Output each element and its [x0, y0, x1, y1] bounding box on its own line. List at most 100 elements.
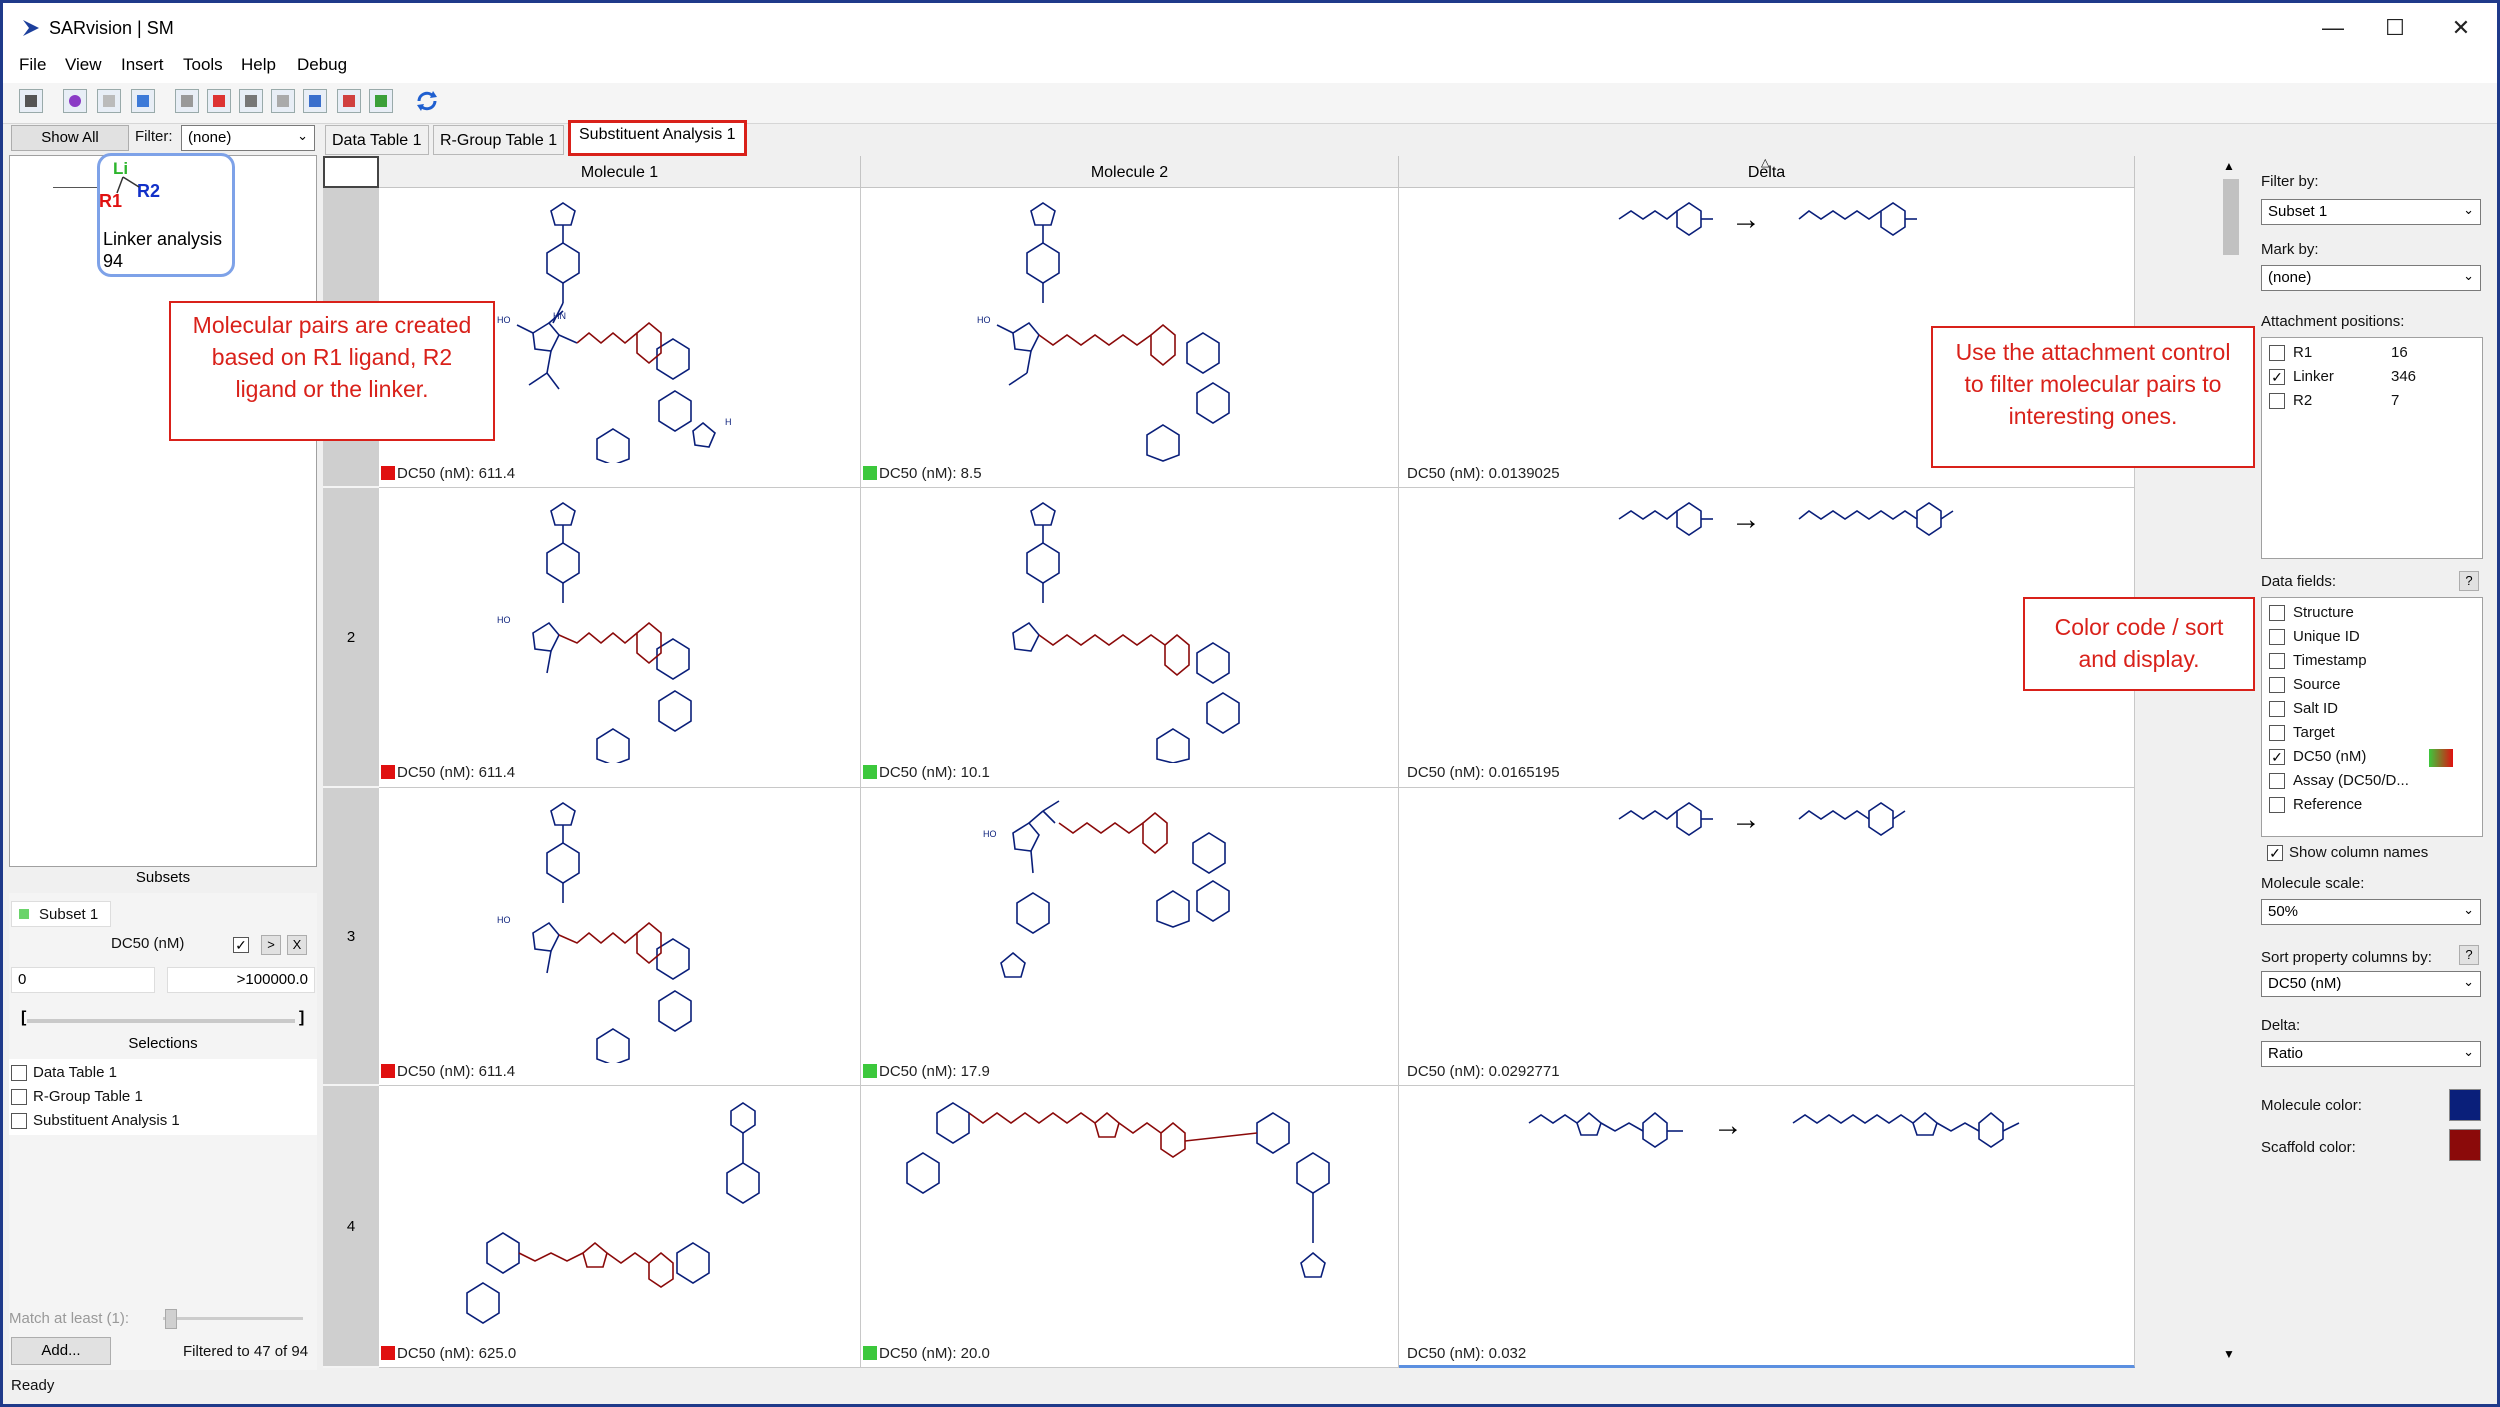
table-icon[interactable] [97, 89, 121, 113]
corner-cell[interactable] [323, 156, 379, 188]
field-checkbox-dc50[interactable]: ✓ [2269, 749, 2285, 765]
sort-ascending-icon: △ [1761, 157, 1770, 169]
maximize-button[interactable]: ☐ [2365, 11, 2425, 45]
tab-data-table[interactable]: Data Table 1 [325, 125, 429, 155]
line-chart-icon[interactable] [369, 89, 393, 113]
scroll-down-arrow-icon[interactable]: ▼ [2223, 1347, 2235, 1361]
sort-help-button[interactable]: ? [2459, 945, 2479, 965]
sort-property-dropdown[interactable]: DC50 (nM) ⌄ [2261, 971, 2481, 997]
molecule-structure: HO HN H [497, 202, 732, 463]
dc50-label-bad: DC50 (nM): 611.4 [381, 764, 515, 781]
field-checkbox[interactable] [2269, 773, 2285, 789]
menu-view[interactable]: View [65, 55, 102, 75]
selection-checkbox-substituent-analysis[interactable] [11, 1113, 27, 1129]
chevron-down-icon: ⌄ [297, 128, 308, 143]
field-checkbox[interactable] [2269, 725, 2285, 741]
menu-help[interactable]: Help [241, 55, 276, 75]
menu-insert[interactable]: Insert [121, 55, 164, 75]
chevron-down-icon: ⌄ [2463, 902, 2474, 917]
sdf-icon[interactable] [19, 89, 43, 113]
selection-checkbox-rgroup-table[interactable] [11, 1089, 27, 1105]
show-column-names-checkbox[interactable]: ✓ [2267, 845, 2283, 861]
callout-attachment-control: Use the attachment control to filter mol… [1931, 326, 2255, 468]
selection-checkbox-data-table[interactable] [11, 1065, 27, 1081]
attachment-checkbox-r2[interactable] [2269, 393, 2285, 409]
dc50-filter-checkbox[interactable]: ✓ [233, 937, 249, 953]
svg-text:HO: HO [977, 315, 991, 325]
menu-file[interactable]: File [19, 55, 46, 75]
field-checkbox[interactable] [2269, 629, 2285, 645]
field-checkbox[interactable] [2269, 701, 2285, 717]
attachment-name: Linker [2293, 368, 2334, 385]
attachment-name: R2 [2293, 392, 2313, 409]
dc50-label-bad: DC50 (nM): 611.4 [381, 465, 515, 482]
row-header[interactable]: 3 [323, 788, 379, 1086]
filter-dropdown[interactable]: (none) ⌄ [181, 125, 315, 151]
color-gradient-swatch[interactable] [2429, 749, 2453, 767]
svg-text:HO: HO [497, 915, 511, 925]
selection-icon[interactable] [271, 89, 295, 113]
field-checkbox[interactable] [2269, 653, 2285, 669]
field-checkbox[interactable] [2269, 797, 2285, 813]
add-button[interactable]: Add... [11, 1337, 111, 1365]
attachment-checkbox-r1[interactable] [2269, 345, 2285, 361]
tab-substituent-analysis[interactable]: Substituent Analysis 1 [568, 120, 747, 156]
dc50-label-good: DC50 (nM): 10.1 [863, 764, 990, 781]
activity-color-swatch [381, 466, 395, 480]
data-fields-help-button[interactable]: ? [2459, 571, 2479, 591]
column-header-molecule-2[interactable]: Molecule 2 [861, 156, 1399, 188]
search-molecule-icon[interactable] [63, 89, 87, 113]
range-slider-right-handle[interactable]: ] [299, 1009, 304, 1027]
range-slider-left-handle[interactable]: [ [21, 1009, 26, 1027]
tab-rgroup-table[interactable]: R-Group Table 1 [433, 125, 565, 155]
greater-than-button[interactable]: > [261, 935, 281, 955]
column-header-molecule-1[interactable]: Molecule 1 [379, 156, 861, 188]
menu-debug[interactable]: Debug [297, 55, 347, 75]
match-slider-thumb[interactable] [165, 1309, 177, 1329]
selection-item-rgroup-table[interactable]: R-Group Table 1 [33, 1088, 143, 1105]
bar-chart-icon[interactable] [303, 89, 327, 113]
rgroup-icon[interactable] [131, 89, 155, 113]
field-checkbox[interactable] [2269, 677, 2285, 693]
filter-by-dropdown[interactable]: Subset 1 ⌄ [2261, 199, 2481, 225]
range-slider-track[interactable] [27, 1019, 295, 1023]
remove-filter-button[interactable]: X [287, 935, 307, 955]
chevron-down-icon: ⌄ [2463, 974, 2474, 989]
matrix-icon[interactable] [239, 89, 263, 113]
attachment-checkbox-linker[interactable]: ✓ [2269, 369, 2285, 385]
match-label: Match at least (1): [9, 1310, 130, 1327]
scatter-icon[interactable] [337, 89, 361, 113]
scrollbar-thumb[interactable] [2223, 179, 2239, 255]
app-logo-icon [23, 20, 39, 36]
scroll-up-arrow-icon[interactable]: ▲ [2223, 159, 2235, 173]
row-header[interactable]: 4 [323, 1086, 379, 1368]
mark-by-dropdown[interactable]: (none) ⌄ [2261, 265, 2481, 291]
field-label: DC50 (nM) [2293, 748, 2367, 765]
molecule-scale-dropdown[interactable]: 50% ⌄ [2261, 899, 2481, 925]
close-button[interactable]: ✕ [2431, 11, 2491, 45]
chevron-down-icon: ⌄ [2463, 202, 2474, 217]
minimize-button[interactable]: — [2303, 11, 2363, 45]
selection-item-data-table[interactable]: Data Table 1 [33, 1064, 117, 1081]
field-label: Unique ID [2293, 628, 2360, 645]
scaffold-color-swatch[interactable] [2449, 1129, 2481, 1161]
rgroup-table-icon[interactable] [207, 89, 231, 113]
dc50-delta-label: DC50 (nM): 0.0139025 [1407, 465, 1560, 482]
field-label: Source [2293, 676, 2341, 693]
match-slider-track[interactable] [163, 1317, 303, 1320]
grid-icon[interactable] [175, 89, 199, 113]
selection-item-substituent-analysis[interactable]: Substituent Analysis 1 [33, 1112, 180, 1129]
dc50-label-good: DC50 (nM): 20.0 [863, 1345, 990, 1362]
delta-dropdown[interactable]: Ratio ⌄ [2261, 1041, 2481, 1067]
dc50-delta-label: DC50 (nM): 0.0165195 [1407, 764, 1560, 781]
molecule-color-swatch[interactable] [2449, 1089, 2481, 1121]
row-header[interactable]: 2 [323, 488, 379, 788]
range-max-input[interactable]: >100000.0 [167, 967, 315, 993]
mark-by-label: Mark by: [2261, 241, 2319, 258]
refresh-icon[interactable] [413, 87, 441, 115]
menu-tools[interactable]: Tools [183, 55, 223, 75]
app-window: SARvision | SM — ☐ ✕ File View Insert To… [0, 0, 2500, 1407]
field-checkbox[interactable] [2269, 605, 2285, 621]
show-all-button[interactable]: Show All [11, 125, 129, 151]
range-min-input[interactable]: 0 [11, 967, 155, 993]
